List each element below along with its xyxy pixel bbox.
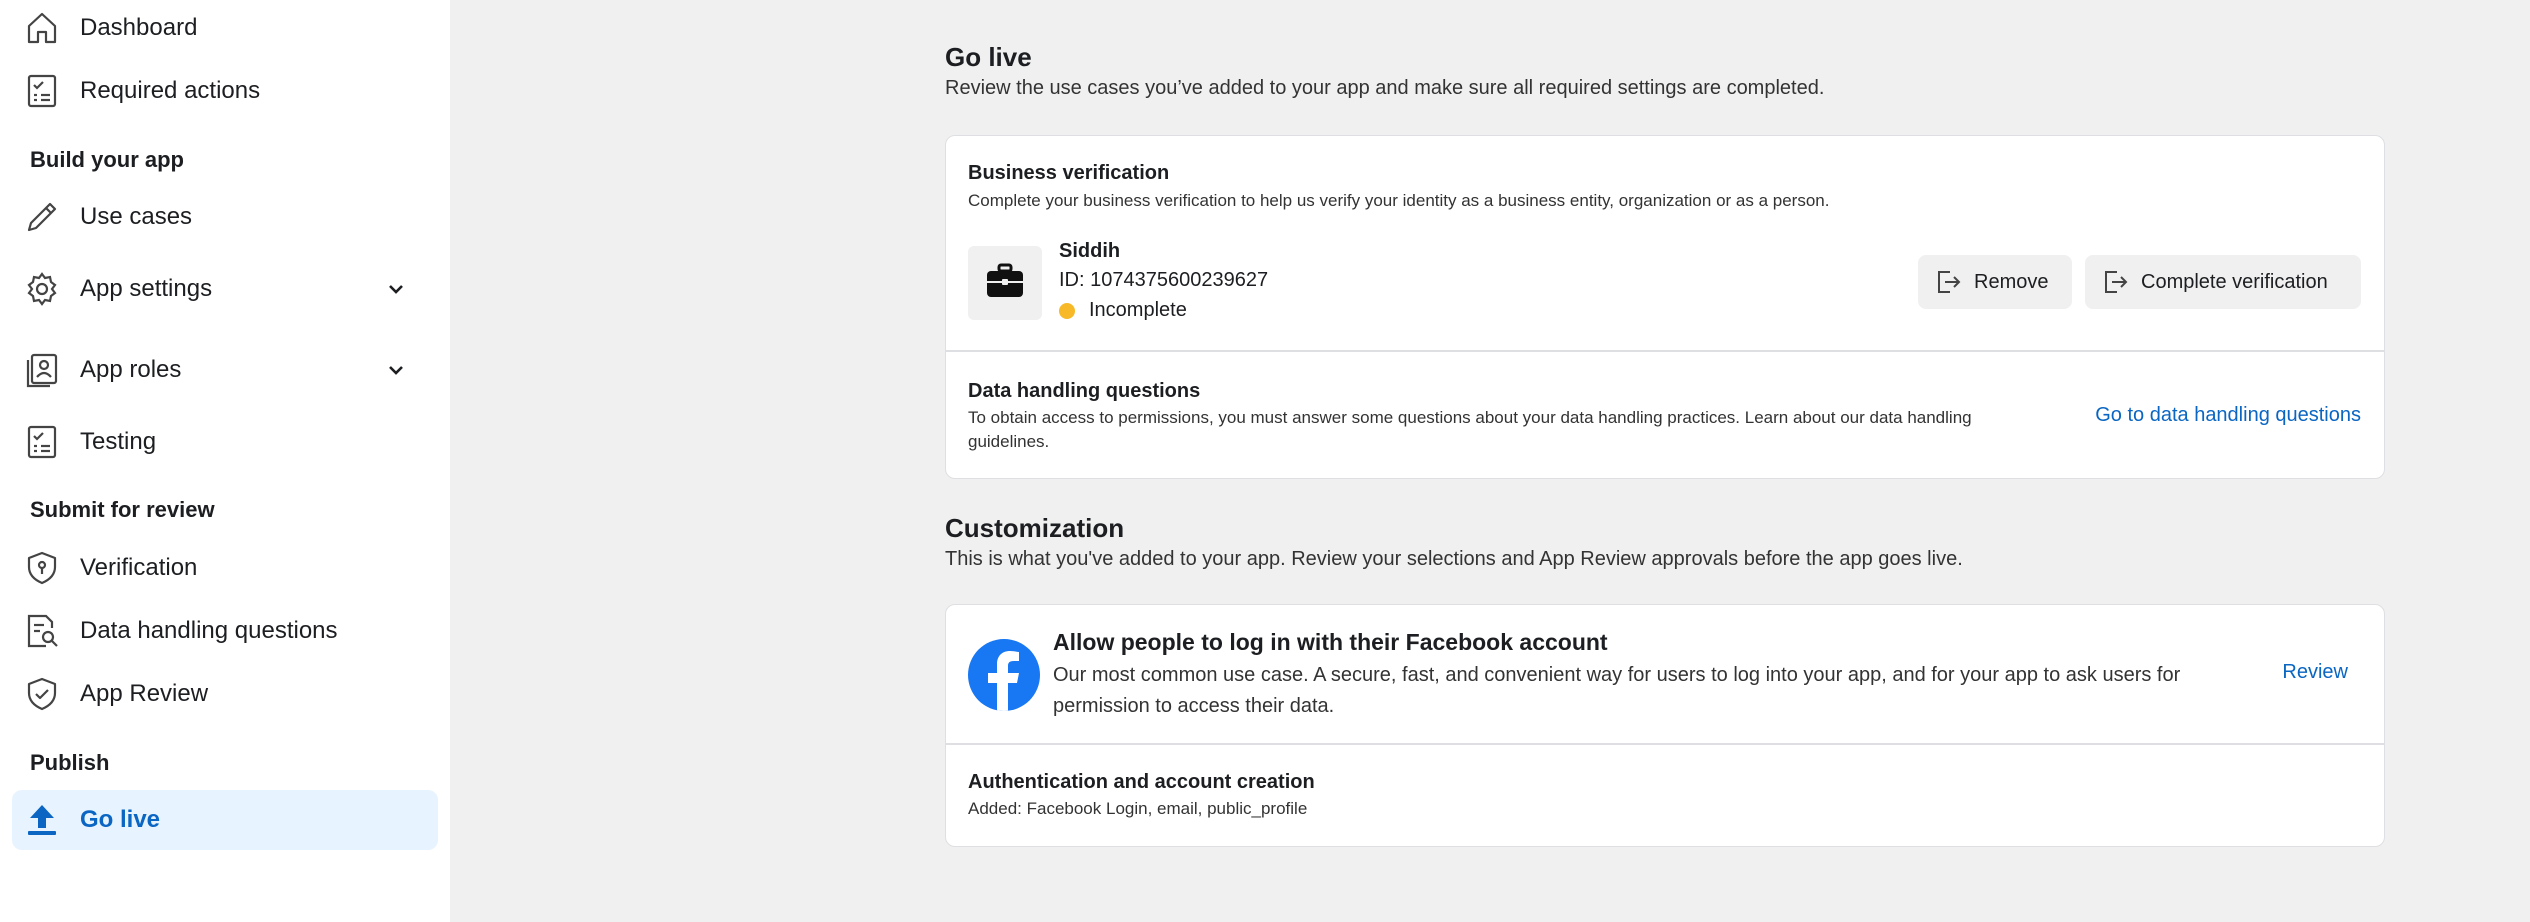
sidebar-item-label: Required actions: [80, 77, 261, 104]
login-use-case-title: Allow people to log in with their Facebo…: [1053, 629, 1608, 655]
sidebar-item-label: App roles: [80, 356, 182, 383]
shield-check-icon: [24, 676, 60, 712]
customization-description: This is what you've added to your app. R…: [945, 548, 1963, 570]
data-handling-description: To obtain access to permissions, you mus…: [968, 408, 1972, 451]
business-verification-card: Business verification Complete your busi…: [945, 135, 2385, 479]
login-use-case-description: Our most common use case. A secure, fast…: [1053, 664, 2181, 717]
checklist-icon: [24, 424, 60, 460]
login-use-case-card: Allow people to log in with their Facebo…: [945, 604, 2385, 847]
sidebar-item-data-handling[interactable]: Data handling questions: [12, 601, 438, 661]
sidebar-item-label: App Review: [80, 680, 209, 707]
divider: [946, 350, 2384, 352]
id-badge-icon: [24, 352, 60, 388]
document-search-icon: [24, 613, 60, 649]
sidebar: Dashboard Required actions Build your ap…: [0, 0, 450, 922]
sidebar-item-label: Data handling questions: [80, 617, 338, 644]
sidebar-item-use-cases[interactable]: Use cases: [12, 187, 438, 247]
page-description: Review the use cases you’ve added to you…: [945, 77, 1825, 99]
section-title-submit: Submit for review: [30, 497, 215, 522]
section-title-publish: Publish: [30, 750, 110, 775]
sidebar-item-label: Use cases: [80, 203, 193, 230]
section-title-build: Build your app: [30, 147, 184, 172]
data-handling-title: Data handling questions: [968, 380, 1201, 402]
chevron-down-icon[interactable]: [384, 277, 408, 301]
exit-icon: [1934, 268, 1962, 296]
business-verification-title: Business verification: [968, 162, 1170, 184]
pencil-icon: [24, 199, 60, 235]
sidebar-item-label: Verification: [80, 554, 198, 581]
sidebar-item-required-actions[interactable]: Required actions: [12, 61, 438, 121]
status-badge: Incomplete: [1059, 299, 1187, 322]
shield-lock-icon: [24, 550, 60, 586]
exit-icon: [2101, 268, 2129, 296]
gear-icon: [24, 271, 60, 307]
remove-button-label: Remove: [1974, 270, 2049, 293]
sidebar-item-label: Testing: [80, 428, 157, 455]
facebook-logo-icon: [968, 639, 1040, 711]
complete-verification-button[interactable]: Complete verification: [2085, 255, 2361, 309]
sidebar-item-verification[interactable]: Verification: [12, 538, 438, 598]
auth-title: Authentication and account creation: [968, 771, 1315, 793]
customization-title: Customization: [945, 513, 1125, 543]
status-dot-icon: [1059, 302, 1075, 319]
sidebar-item-dashboard[interactable]: Dashboard: [12, 0, 438, 58]
status-text: Incomplete: [1089, 299, 1187, 321]
complete-verification-label: Complete verification: [2141, 270, 2328, 293]
business-verification-description: Complete your business verification to h…: [968, 191, 1830, 210]
sidebar-item-label: Go live: [80, 806, 161, 833]
upload-icon: [24, 802, 60, 838]
remove-button[interactable]: Remove: [1918, 255, 2072, 309]
business-avatar: [968, 246, 1042, 320]
review-link[interactable]: Review: [2282, 661, 2348, 684]
divider: [946, 743, 2384, 745]
sidebar-item-app-review[interactable]: App Review: [12, 664, 438, 724]
sidebar-item-app-settings[interactable]: App settings: [12, 259, 438, 319]
page-title: Go live: [945, 42, 1032, 72]
sidebar-item-label: App settings: [80, 275, 213, 302]
data-handling-link[interactable]: Go to data handling questions: [2095, 404, 2361, 427]
briefcase-icon: [985, 263, 1025, 304]
sidebar-item-testing[interactable]: Testing: [12, 412, 438, 472]
business-name: Siddih: [1059, 240, 1121, 262]
chevron-down-icon[interactable]: [384, 358, 408, 382]
checklist-icon: [24, 73, 60, 109]
home-icon: [24, 10, 60, 46]
business-id: ID: 1074375600239627: [1059, 269, 1269, 291]
sidebar-item-app-roles[interactable]: App roles: [12, 340, 438, 400]
auth-added-text: Added: Facebook Login, email, public_pro…: [968, 799, 1308, 818]
sidebar-item-label: Dashboard: [80, 14, 198, 41]
sidebar-item-go-live[interactable]: Go live: [12, 790, 438, 850]
